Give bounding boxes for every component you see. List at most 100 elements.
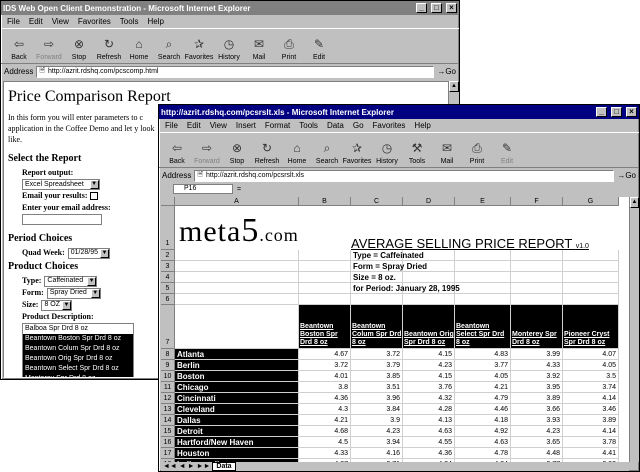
value-cell[interactable]: 4.14	[563, 426, 619, 437]
value-cell[interactable]: 3.46	[563, 404, 619, 415]
city-cell[interactable]: Detroit	[175, 426, 299, 437]
back-button[interactable]: ⇦ Back	[5, 36, 33, 61]
row-header[interactable]: 11	[161, 382, 175, 393]
value-cell[interactable]: 4.67	[299, 349, 351, 360]
value-cell[interactable]: 3.51	[351, 382, 403, 393]
grid-cell[interactable]	[175, 250, 299, 261]
row-header[interactable]: 15	[161, 426, 175, 437]
size-select[interactable]: 8 OZ ▼	[41, 299, 72, 311]
value-cell[interactable]: 4.68	[299, 426, 351, 437]
menu-item-file[interactable]: File	[165, 121, 178, 130]
menu-item-file[interactable]: File	[7, 17, 20, 26]
menu-item-data[interactable]: Data	[327, 121, 344, 130]
value-cell[interactable]: 3.72	[299, 360, 351, 371]
product-listbox[interactable]: Balboa Spr Drd 8 oz Beantown Boston Spr D…	[22, 323, 134, 377]
grid-cell[interactable]	[351, 294, 403, 305]
grid-cell[interactable]	[175, 283, 299, 294]
value-cell[interactable]: 3.72	[351, 349, 403, 360]
back-button[interactable]: ⇦ Back	[163, 140, 191, 165]
city-cell[interactable]: Dallas	[175, 415, 299, 426]
forward-button[interactable]: ⇨ Forward	[35, 36, 63, 61]
print-button[interactable]: ⎙ Print	[463, 140, 491, 166]
value-cell[interactable]: 3.78	[563, 437, 619, 448]
value-cell[interactable]: 4.16	[351, 448, 403, 459]
value-cell[interactable]: 3.92	[511, 371, 563, 382]
value-cell[interactable]: 4.83	[455, 349, 511, 360]
menu-item-view[interactable]: View	[52, 17, 69, 26]
value-cell[interactable]: 4.36	[403, 448, 455, 459]
menu-item-favorites[interactable]: Favorites	[78, 17, 111, 26]
row-header[interactable]: 13	[161, 404, 175, 415]
value-cell[interactable]: 3.96	[351, 393, 403, 404]
grid-cell[interactable]	[511, 283, 563, 294]
value-cell[interactable]: 4.14	[563, 393, 619, 404]
tab-nav-icon[interactable]: ◄◄ ◄ ► ►►	[163, 463, 210, 470]
list-item[interactable]: Balboa Spr Drd 8 oz	[23, 324, 133, 334]
list-item[interactable]: Beantown Boston Spr Drd 8 oz	[23, 334, 133, 344]
name-box[interactable]: P16	[173, 184, 233, 194]
value-cell[interactable]: 4.15	[403, 349, 455, 360]
value-cell[interactable]: 4.92	[455, 426, 511, 437]
grid-cell[interactable]	[563, 261, 619, 272]
spreadsheet[interactable]: A B C D E F G 1 2 3 4 5 6 7 meta5.com AVERAGE SELLING P…	[161, 197, 629, 462]
column-header[interactable]: F	[511, 197, 563, 206]
row-header[interactable]: 17	[161, 448, 175, 459]
menu-item-format[interactable]: Format	[265, 121, 290, 130]
scroll-up-icon[interactable]: ▲	[449, 81, 459, 92]
value-cell[interactable]: 3.74	[563, 382, 619, 393]
menu-item-help[interactable]: Help	[147, 17, 163, 26]
menu-item-insert[interactable]: Insert	[236, 121, 256, 130]
edit-button[interactable]: ✎ Edit	[305, 36, 333, 61]
quad-week-select[interactable]: 01/28/95 ▼	[67, 247, 110, 259]
city-cell[interactable]: Boston	[175, 371, 299, 382]
grid-cell[interactable]	[511, 272, 563, 283]
go-button[interactable]: →Go	[437, 67, 456, 76]
grid-cell[interactable]	[563, 250, 619, 261]
city-cell[interactable]: Chicago	[175, 382, 299, 393]
value-cell[interactable]: 3.79	[351, 360, 403, 371]
refresh-button[interactable]: ↻ Refresh	[253, 140, 281, 165]
row-header[interactable]: 3	[161, 261, 175, 272]
row-header[interactable]: 8	[161, 349, 175, 360]
history-button[interactable]: ◷ History	[373, 140, 401, 165]
value-cell[interactable]: 4.78	[455, 448, 511, 459]
row-header[interactable]: 12	[161, 393, 175, 404]
favorites-button[interactable]: ✰ Favorites	[343, 140, 372, 165]
stop-button[interactable]: ⊗ Stop	[65, 36, 93, 61]
grid-cell[interactable]	[299, 294, 351, 305]
value-cell[interactable]: 4.15	[403, 371, 455, 382]
grid-cell[interactable]	[299, 272, 351, 283]
value-cell[interactable]: 4.28	[403, 404, 455, 415]
city-cell[interactable]: Houston	[175, 448, 299, 459]
column-header[interactable]: G	[563, 197, 619, 206]
grid-cell[interactable]	[299, 261, 351, 272]
go-button[interactable]: →Go	[617, 171, 636, 180]
value-cell[interactable]: 4.41	[563, 448, 619, 459]
value-cell[interactable]: 4.46	[455, 404, 511, 415]
home-button[interactable]: ⌂ Home	[125, 36, 153, 61]
value-cell[interactable]: 4.48	[511, 448, 563, 459]
history-button[interactable]: ◷ History	[215, 36, 243, 61]
grid-cell[interactable]	[403, 294, 455, 305]
column-header[interactable]: A	[175, 197, 299, 206]
grid-cell[interactable]	[299, 250, 351, 261]
row-header[interactable]: 1	[161, 206, 175, 250]
value-cell[interactable]: 3.65	[511, 437, 563, 448]
value-cell[interactable]: 3.84	[351, 404, 403, 415]
list-item[interactable]: Monterey Spr Drd 8 oz	[23, 374, 133, 377]
stop-button[interactable]: ⊗ Stop	[223, 140, 251, 165]
value-cell[interactable]: 3.94	[351, 437, 403, 448]
column-header[interactable]: B	[299, 197, 351, 206]
grid-cell[interactable]	[455, 261, 511, 272]
city-cell[interactable]: Atlanta	[175, 349, 299, 360]
menu-item-view[interactable]: View	[210, 121, 227, 130]
value-cell[interactable]: 3.89	[511, 393, 563, 404]
maximize-icon[interactable]: □	[611, 107, 622, 117]
value-cell[interactable]: 3.76	[403, 382, 455, 393]
column-header[interactable]: C	[351, 197, 403, 206]
mail-button[interactable]: ✉ Mail	[433, 140, 461, 165]
menu-item-edit[interactable]: Edit	[29, 17, 43, 26]
report-output-select[interactable]: Excel Spreadsheet ▼	[22, 179, 100, 190]
list-item[interactable]: Beantown Orig Spr Drd 8 oz	[23, 354, 133, 364]
row-header[interactable]: 14	[161, 415, 175, 426]
